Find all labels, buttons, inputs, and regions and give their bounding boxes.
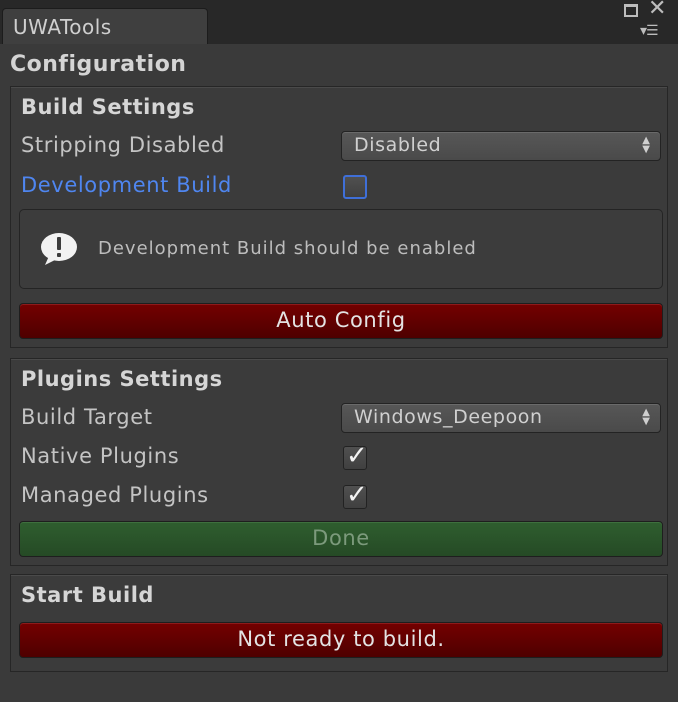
stripping-dropdown-value: Disabled xyxy=(354,134,442,156)
start-build-section: Start Build Not ready to build. xyxy=(10,574,668,672)
managed-plugins-checkbox[interactable]: ✓ xyxy=(343,480,368,510)
checkmark-icon: ✓ xyxy=(346,480,368,510)
build-status-button[interactable]: Not ready to build. xyxy=(19,622,663,658)
plugins-settings-section: Plugins Settings Build Target Windows_De… xyxy=(10,358,668,566)
tab-label: UWATools xyxy=(13,15,112,39)
build-target-label: Build Target xyxy=(21,405,153,429)
development-build-label: Development Build xyxy=(21,173,232,197)
development-build-checkbox[interactable] xyxy=(343,175,367,199)
tab-menu-icon[interactable]: ▾☰ xyxy=(640,24,659,38)
close-icon[interactable]: ✕ xyxy=(648,0,666,20)
stripping-disabled-label: Stripping Disabled xyxy=(21,133,225,157)
window-titlebar: UWATools ✕ ▾☰ xyxy=(0,0,678,44)
help-text: Development Build should be enabled xyxy=(98,238,477,259)
native-plugins-label: Native Plugins xyxy=(21,444,180,468)
auto-config-button[interactable]: Auto Config xyxy=(19,303,663,339)
info-bubble-icon xyxy=(41,233,77,265)
stripping-dropdown[interactable]: Disabled ▲ ▼ xyxy=(341,131,661,161)
build-settings-title: Build Settings xyxy=(21,95,195,119)
build-target-dropdown[interactable]: Windows_Deepoon ▲ ▼ xyxy=(341,403,661,433)
start-build-title: Start Build xyxy=(21,583,154,607)
checkmark-icon: ✓ xyxy=(346,441,368,471)
native-plugins-checkbox[interactable]: ✓ xyxy=(343,441,368,471)
dropdown-arrows-icon: ▲ ▼ xyxy=(642,135,650,155)
tab-uwatools[interactable]: UWATools xyxy=(2,8,208,44)
page-title: Configuration xyxy=(10,52,187,77)
help-box: Development Build should be enabled xyxy=(19,209,663,289)
build-target-dropdown-value: Windows_Deepoon xyxy=(354,406,543,428)
plugins-settings-title: Plugins Settings xyxy=(21,367,223,391)
done-button[interactable]: Done xyxy=(19,521,663,557)
build-settings-section: Build Settings Stripping Disabled Disabl… xyxy=(10,86,668,348)
managed-plugins-label: Managed Plugins xyxy=(21,483,209,507)
dropdown-arrows-icon: ▲ ▼ xyxy=(642,407,650,427)
maximize-icon[interactable] xyxy=(624,4,638,17)
